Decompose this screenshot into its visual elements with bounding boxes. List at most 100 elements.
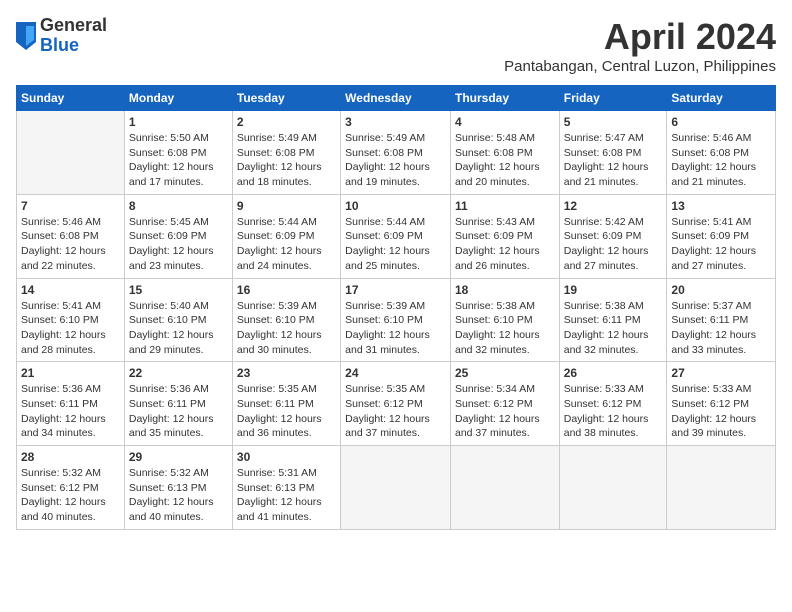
weekday-header-cell: Sunday <box>17 86 125 111</box>
day-info: Sunrise: 5:32 AM Sunset: 6:12 PM Dayligh… <box>21 466 120 525</box>
location-text: Pantabangan, Central Luzon, Philippines <box>504 58 776 75</box>
calendar-day-cell: 6Sunrise: 5:46 AM Sunset: 6:08 PM Daylig… <box>667 111 776 195</box>
day-info: Sunrise: 5:33 AM Sunset: 6:12 PM Dayligh… <box>671 382 771 441</box>
day-info: Sunrise: 5:31 AM Sunset: 6:13 PM Dayligh… <box>237 466 336 525</box>
calendar-week-row: 1Sunrise: 5:50 AM Sunset: 6:08 PM Daylig… <box>17 111 776 195</box>
calendar-day-cell: 7 Sunrise: 5:46 AM Sunset: 6:08 PM Daylig… <box>17 194 125 278</box>
day-number: 30 <box>237 450 336 464</box>
calendar-day-cell: 20 Sunrise: 5:37 AM Sunset: 6:11 PM Dayli… <box>667 278 776 362</box>
calendar-week-row: 28 Sunrise: 5:32 AM Sunset: 6:12 PM Dayli… <box>17 446 776 530</box>
day-info: Sunrise: 5:35 AM Sunset: 6:11 PM Dayligh… <box>237 382 336 441</box>
day-info: Sunrise: 5:34 AM Sunset: 6:12 PM Dayligh… <box>455 382 555 441</box>
day-number: 3 <box>345 115 446 129</box>
day-number: 9 <box>237 199 336 213</box>
day-info: Sunrise: 5:41 AM Sunset: 6:10 PM Dayligh… <box>21 299 120 358</box>
calendar-body: 1Sunrise: 5:50 AM Sunset: 6:08 PM Daylig… <box>17 111 776 530</box>
day-number: 7 <box>21 199 120 213</box>
weekday-header-cell: Saturday <box>667 86 776 111</box>
calendar-day-cell: 16 Sunrise: 5:39 AM Sunset: 6:10 PM Dayli… <box>232 278 340 362</box>
day-info: Sunrise: 5:39 AM Sunset: 6:10 PM Dayligh… <box>237 299 336 358</box>
day-info: Sunrise: 5:46 AM Sunset: 6:08 PM Dayligh… <box>671 131 771 190</box>
day-number: 18 <box>455 283 555 297</box>
calendar-table: SundayMondayTuesdayWednesdayThursdayFrid… <box>16 85 776 530</box>
day-number: 8 <box>129 199 228 213</box>
calendar-day-cell: 13 Sunrise: 5:41 AM Sunset: 6:09 PM Dayli… <box>667 194 776 278</box>
day-info: Sunrise: 5:32 AM Sunset: 6:13 PM Dayligh… <box>129 466 228 525</box>
day-number: 10 <box>345 199 446 213</box>
calendar-day-cell: 4 Sunrise: 5:48 AM Sunset: 6:08 PM Daylig… <box>450 111 559 195</box>
calendar-day-cell: 28 Sunrise: 5:32 AM Sunset: 6:12 PM Dayli… <box>17 446 125 530</box>
logo-blue-text: Blue <box>40 36 107 56</box>
day-info: Sunrise: 5:36 AM Sunset: 6:11 PM Dayligh… <box>129 382 228 441</box>
calendar-day-cell: 24 Sunrise: 5:35 AM Sunset: 6:12 PM Dayli… <box>341 362 451 446</box>
day-number: 14 <box>21 283 120 297</box>
day-info: Sunrise: 5:42 AM Sunset: 6:09 PM Dayligh… <box>564 215 663 274</box>
day-number: 5 <box>564 115 663 129</box>
day-number: 27 <box>671 366 771 380</box>
day-info: Sunrise: 5:37 AM Sunset: 6:11 PM Dayligh… <box>671 299 771 358</box>
calendar-day-cell: 22Sunrise: 5:36 AM Sunset: 6:11 PM Dayli… <box>124 362 232 446</box>
day-number: 12 <box>564 199 663 213</box>
day-number: 24 <box>345 366 446 380</box>
day-number: 13 <box>671 199 771 213</box>
calendar-day-cell: 8 Sunrise: 5:45 AM Sunset: 6:09 PM Daylig… <box>124 194 232 278</box>
day-info: Sunrise: 5:39 AM Sunset: 6:10 PM Dayligh… <box>345 299 446 358</box>
calendar-day-cell <box>17 111 125 195</box>
day-info: Sunrise: 5:47 AM Sunset: 6:08 PM Dayligh… <box>564 131 663 190</box>
day-number: 2 <box>237 115 336 129</box>
day-info: Sunrise: 5:36 AM Sunset: 6:11 PM Dayligh… <box>21 382 120 441</box>
calendar-day-cell: 23 Sunrise: 5:35 AM Sunset: 6:11 PM Dayli… <box>232 362 340 446</box>
calendar-day-cell: 30 Sunrise: 5:31 AM Sunset: 6:13 PM Dayli… <box>232 446 340 530</box>
calendar-day-cell: 2 Sunrise: 5:49 AM Sunset: 6:08 PM Daylig… <box>232 111 340 195</box>
calendar-day-cell: 19Sunrise: 5:38 AM Sunset: 6:11 PM Dayli… <box>559 278 667 362</box>
day-number: 20 <box>671 283 771 297</box>
day-info: Sunrise: 5:43 AM Sunset: 6:09 PM Dayligh… <box>455 215 555 274</box>
day-info: Sunrise: 5:45 AM Sunset: 6:09 PM Dayligh… <box>129 215 228 274</box>
day-info: Sunrise: 5:49 AM Sunset: 6:08 PM Dayligh… <box>345 131 446 190</box>
logo: General Blue <box>16 16 107 56</box>
day-info: Sunrise: 5:38 AM Sunset: 6:11 PM Dayligh… <box>564 299 663 358</box>
calendar-day-cell: 10 Sunrise: 5:44 AM Sunset: 6:09 PM Dayli… <box>341 194 451 278</box>
day-number: 28 <box>21 450 120 464</box>
logo-icon <box>16 22 36 50</box>
day-number: 16 <box>237 283 336 297</box>
day-info: Sunrise: 5:41 AM Sunset: 6:09 PM Dayligh… <box>671 215 771 274</box>
day-info: Sunrise: 5:50 AM Sunset: 6:08 PM Dayligh… <box>129 131 228 190</box>
calendar-day-cell <box>559 446 667 530</box>
calendar-day-cell: 9Sunrise: 5:44 AM Sunset: 6:09 PM Daylig… <box>232 194 340 278</box>
day-number: 4 <box>455 115 555 129</box>
page-header: General Blue April 2024 Pantabangan, Cen… <box>16 16 776 75</box>
calendar-day-cell: 26 Sunrise: 5:33 AM Sunset: 6:12 PM Dayli… <box>559 362 667 446</box>
calendar-day-cell: 1Sunrise: 5:50 AM Sunset: 6:08 PM Daylig… <box>124 111 232 195</box>
calendar-day-cell: 5 Sunrise: 5:47 AM Sunset: 6:08 PM Daylig… <box>559 111 667 195</box>
calendar-day-cell: 17 Sunrise: 5:39 AM Sunset: 6:10 PM Dayli… <box>341 278 451 362</box>
calendar-week-row: 14 Sunrise: 5:41 AM Sunset: 6:10 PM Dayli… <box>17 278 776 362</box>
day-info: Sunrise: 5:44 AM Sunset: 6:09 PM Dayligh… <box>345 215 446 274</box>
calendar-day-cell: 29 Sunrise: 5:32 AM Sunset: 6:13 PM Dayli… <box>124 446 232 530</box>
day-info: Sunrise: 5:49 AM Sunset: 6:08 PM Dayligh… <box>237 131 336 190</box>
calendar-day-cell: 27 Sunrise: 5:33 AM Sunset: 6:12 PM Dayli… <box>667 362 776 446</box>
calendar-day-cell: 14 Sunrise: 5:41 AM Sunset: 6:10 PM Dayli… <box>17 278 125 362</box>
title-block: April 2024 Pantabangan, Central Luzon, P… <box>504 16 776 75</box>
day-number: 29 <box>129 450 228 464</box>
day-number: 25 <box>455 366 555 380</box>
month-title: April 2024 <box>504 16 776 58</box>
calendar-week-row: 7 Sunrise: 5:46 AM Sunset: 6:08 PM Daylig… <box>17 194 776 278</box>
day-number: 23 <box>237 366 336 380</box>
calendar-day-cell: 21Sunrise: 5:36 AM Sunset: 6:11 PM Dayli… <box>17 362 125 446</box>
day-info: Sunrise: 5:33 AM Sunset: 6:12 PM Dayligh… <box>564 382 663 441</box>
day-info: Sunrise: 5:48 AM Sunset: 6:08 PM Dayligh… <box>455 131 555 190</box>
day-info: Sunrise: 5:35 AM Sunset: 6:12 PM Dayligh… <box>345 382 446 441</box>
calendar-day-cell: 12 Sunrise: 5:42 AM Sunset: 6:09 PM Dayli… <box>559 194 667 278</box>
day-info: Sunrise: 5:40 AM Sunset: 6:10 PM Dayligh… <box>129 299 228 358</box>
day-number: 26 <box>564 366 663 380</box>
calendar-day-cell <box>341 446 451 530</box>
day-info: Sunrise: 5:46 AM Sunset: 6:08 PM Dayligh… <box>21 215 120 274</box>
calendar-header: SundayMondayTuesdayWednesdayThursdayFrid… <box>17 86 776 111</box>
weekday-header-cell: Friday <box>559 86 667 111</box>
calendar-week-row: 21Sunrise: 5:36 AM Sunset: 6:11 PM Dayli… <box>17 362 776 446</box>
calendar-day-cell <box>450 446 559 530</box>
day-number: 17 <box>345 283 446 297</box>
weekday-header-cell: Wednesday <box>341 86 451 111</box>
calendar-day-cell: 15Sunrise: 5:40 AM Sunset: 6:10 PM Dayli… <box>124 278 232 362</box>
